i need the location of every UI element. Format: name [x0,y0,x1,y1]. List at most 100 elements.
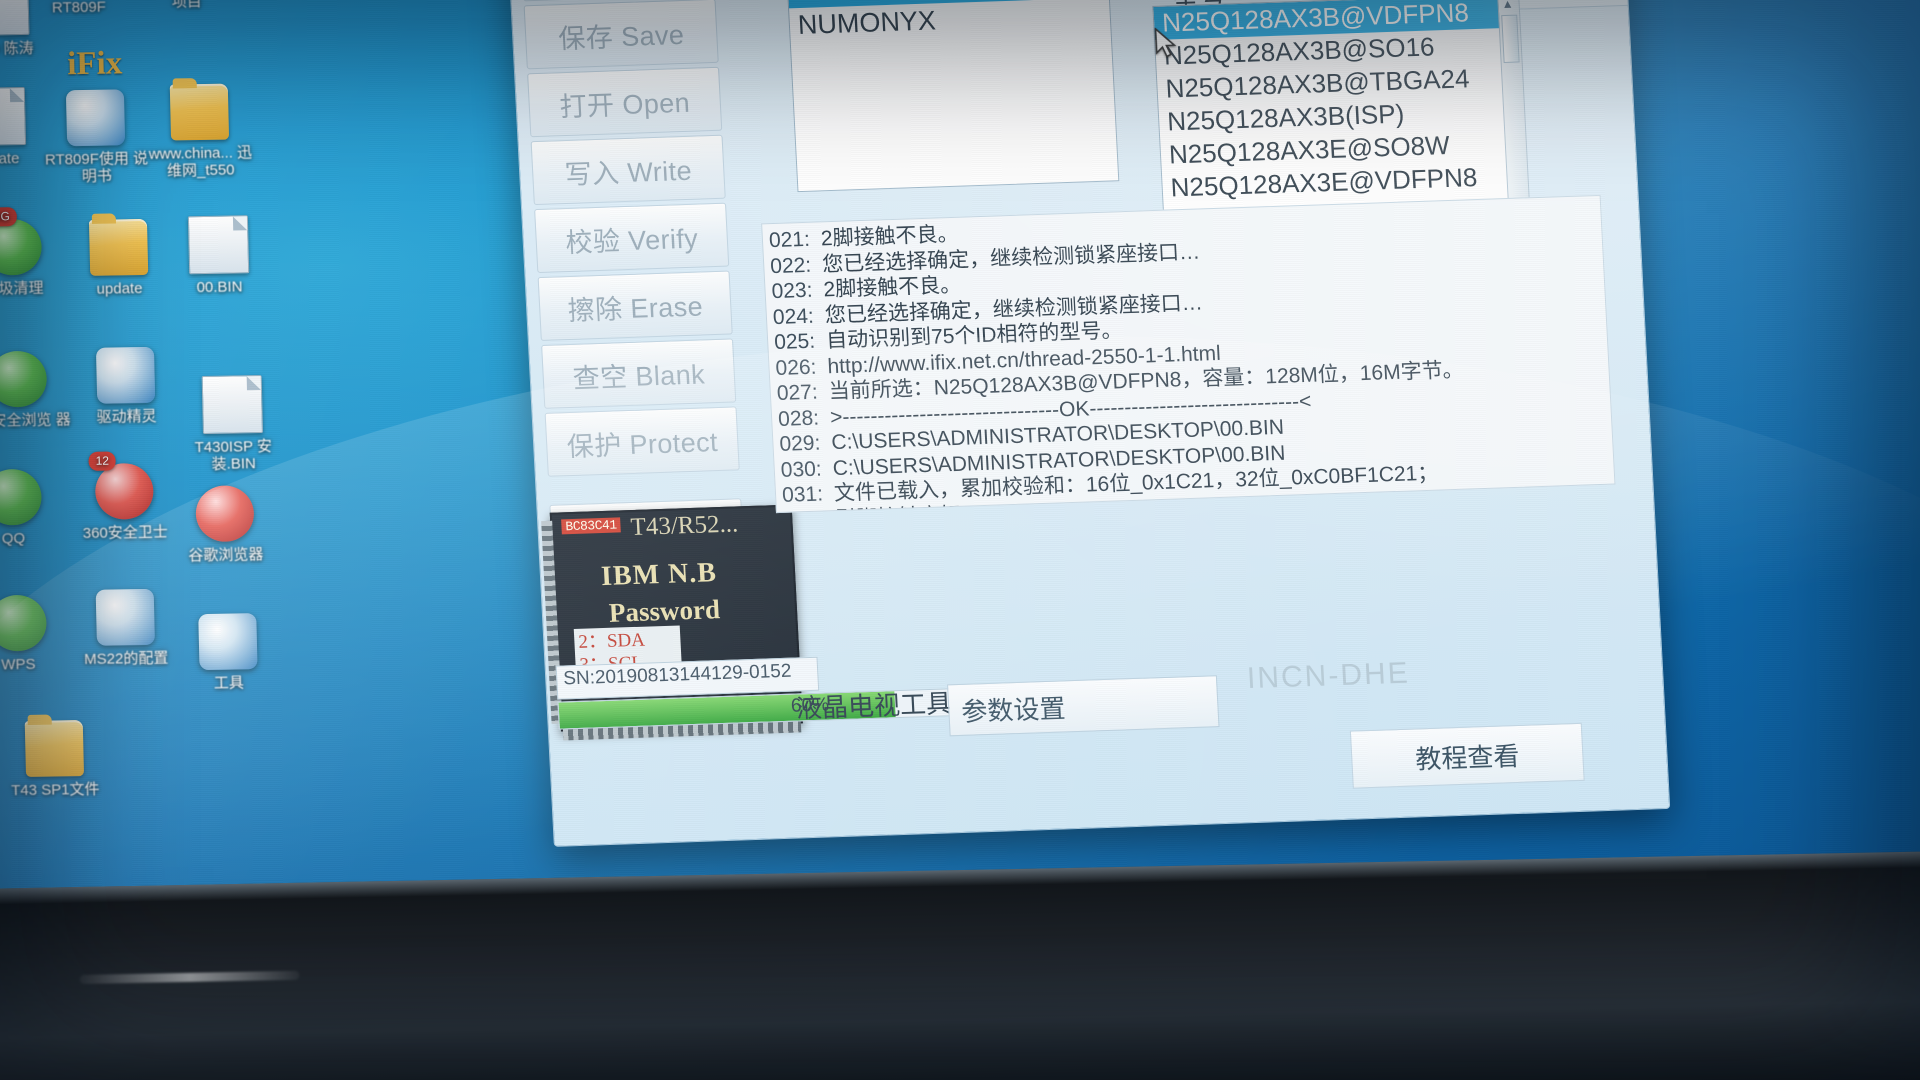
count-badge: 12 [88,451,117,471]
log-line-text: 2脚接触不良。 [822,273,962,302]
vendor-listbox[interactable]: MICRON NUMONYX [786,0,1120,193]
desktop-icon-label: 驱动精灵 [96,407,157,426]
tools-icon [198,613,258,671]
chrome-icon [195,485,255,543]
desktop-icon[interactable]: 工具 [171,613,285,693]
lcd-tool-label[interactable]: 液晶电视工具 [795,683,953,725]
desktop-icon-label: 工具 [213,674,245,692]
log-line-number: 025: [773,329,816,355]
folder-icon [24,720,85,777]
log-line-number: 030: [780,457,823,482]
log-line: 030: C:\USERS\ADMINISTRATOR\DESKTOP\00.BI… [780,429,1607,483]
log-line-number: 029: [778,431,821,456]
desktop-icon-label: 项目 [171,0,203,11]
desktop-icon[interactable]: RT809F [21,0,135,17]
blank-button[interactable]: 查空 Blank [541,338,737,409]
desktop-icon[interactable]: 项目 [129,0,243,11]
tutorial-button[interactable]: 教程查看 [1349,722,1585,789]
desktop-icon-label: 360安全卫士 [82,523,169,543]
verify-button[interactable]: 校验 Verify [534,202,730,274]
log-line-number: 024: [772,304,815,329]
desktop-icon[interactable]: update [62,218,176,298]
chip-title: IBM N.B [600,557,718,593]
bin-file-icon [201,375,263,435]
desktop-icon[interactable]: 驱动精灵 [69,346,183,426]
log-line: 031: 文件已载入，累加校验和：16位_0x1C21，32位_0xC0BF1C2… [781,455,1608,509]
watermark-text: INCN-DHE [1246,656,1411,696]
log-line-text: 引脚接触良好。 [835,503,983,514]
chip-model: T43/R52... [629,510,739,542]
write-button[interactable]: 写入 Write [530,134,726,206]
desktop-icon[interactable]: 3.8G 垃圾清理 [0,207,70,298]
progress-bar-fill [558,691,896,729]
action-button-column: 读取 Read 保存 Save 打开 Open 写入 Write 校验 Veri… [520,0,745,569]
log-line-number: 023: [771,278,814,304]
desktop-icon-label: 垃圾清理 [0,279,44,298]
log-line-text: http://www.ifix.net.cn/thread-2550-1-1.h… [826,341,1222,378]
config-icon [95,588,155,646]
log-line-number: 021: [768,227,811,253]
serial-number-field: SN:20190813144129-0152 [555,656,820,700]
erase-button[interactable]: 擦除 Erase [537,270,733,341]
desktop-icon[interactable]: MS22的配置 [69,588,183,668]
progress-bar: 60% [557,682,1121,730]
log-line-text: 2脚接触不良。 [820,222,960,251]
chip-signal-sda: 2：SDA [577,629,646,653]
desktop-icon-label: update [96,280,143,298]
desktop-icon-label: MS22的配置 [83,649,169,669]
log-line-number: 027: [776,380,819,405]
log-line-number: 028: [777,406,820,431]
desktop-icon-label: www.china... 迅维网_t550 [148,144,253,180]
chip-pins-left [541,520,563,724]
model-listbox[interactable]: N25Q128AX3B@VDFPN8 N25Q128AX3B@SO16 N25Q… [1152,0,1516,228]
desktop-icon[interactable]: www.china... 迅维网_t550 [143,83,257,180]
cleanup-icon: 3.8G [0,207,43,276]
chip-illustration: BC83C41 T43/R52... IBM N.B Password 2：SD… [541,504,803,741]
log-line-number: 031: [781,482,824,507]
desktop-icon[interactable]: T43 SP1文件 [0,720,112,800]
operation-log[interactable]: 021: 2脚接触不良。 022: 您已经选择确定，继续检测锁紧座接口… 023: 2… [761,194,1616,514]
save-button[interactable]: 保存 Save [523,0,719,70]
log-line: 033:芯片ID校验正确。 [784,506,1611,513]
bin-file-icon [187,215,250,275]
chip-pins-bottom [562,721,802,741]
log-line-text: C:\USERS\ADMINISTRATOR\DESKTOP\00.BIN [830,415,1285,455]
chip-select-panel: 缓冲区 Buffer 工具链面板 To 确定 OK 输入芯片印字 N25Q128… [731,0,1669,838]
size-badge: 3.8G [0,207,18,227]
log-line: 032:引脚接触良好。 [783,480,1610,514]
desktop-screen: 1080 陈涛 RT809F 项目 update RT809F使用 说明书 ww [0,0,1920,980]
open-button[interactable]: 打开 Open [527,66,723,138]
param-settings-button[interactable]: 参数设置 [947,675,1220,737]
desktop-icon-label: 360安全浏览 器 [0,411,71,430]
desktop-icon-label: RT809F [51,0,107,17]
qq-icon [0,468,43,526]
driver-tool-icon [95,346,156,404]
wps-icon [0,594,48,652]
scrollbar-thumb[interactable] [1501,14,1520,64]
desktop-icon[interactable]: 360安全浏览 器 [0,350,75,430]
desktop-icon[interactable]: RT809F使用 说明书 [39,89,153,186]
desktop-icon[interactable]: 12 360安全卫士 [68,451,182,543]
rt809f-programmer-window: 读取 Read 保存 Save 打开 Open 写入 Write 校验 Veri… [502,0,1671,847]
vendor-list-item[interactable]: NUMONYX [789,0,1111,43]
desktop-icon[interactable]: WPS [0,594,75,674]
protect-button[interactable]: 保护 Protect [544,406,740,477]
desktop-icon-label: 00.BIN [196,278,243,297]
360-browser-icon [0,350,48,408]
scroll-up-icon[interactable]: ▲ [1500,0,1515,11]
cancel-button[interactable]: 取消 Cancel [549,498,745,565]
log-line-text: 文件已载入，累加校验和：16位_0x1C21，32位_0xC0BF1C21； [833,461,1439,506]
status-led [563,710,581,728]
log-line-number: 026: [774,355,817,380]
desktop-icon[interactable]: 00.BIN [162,215,276,297]
desktop-icon-label: 1080 陈涛 [0,39,34,58]
desktop-icon[interactable]: 谷歌浏览器 [168,485,282,565]
desktop-icon-label: WPS [1,655,36,674]
document-icon [0,86,27,146]
progress-percent: 60% [790,694,830,717]
log-line-number: 022: [769,253,812,278]
cursor-icon [1154,27,1177,58]
log-line-text: >-------------------------------OK------… [829,389,1312,429]
desktop-icon[interactable]: T430ISP 安装.BIN [176,375,290,474]
desktop-icon[interactable]: QQ [0,468,70,548]
